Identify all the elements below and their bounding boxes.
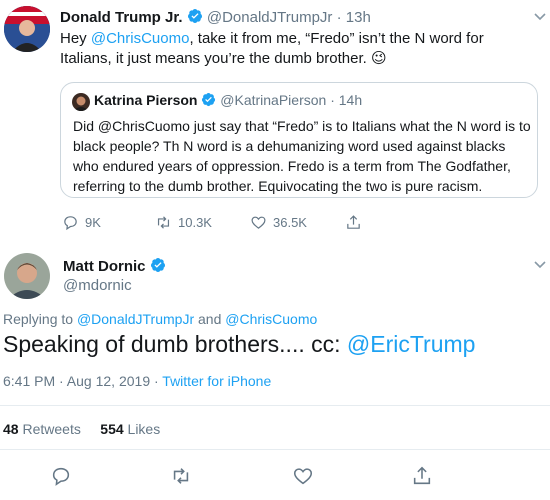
tweet-source[interactable]: Twitter for iPhone [162, 373, 271, 389]
verified-badge-icon [150, 258, 165, 272]
reply-count: 9K [85, 215, 101, 230]
chevron-down-icon[interactable] [533, 260, 547, 270]
avatar-donald-trump-jr[interactable] [4, 6, 50, 52]
retweet-action[interactable]: 10.3K [155, 214, 212, 231]
main-author-handle[interactable]: @mdornic [63, 277, 132, 294]
time-separator: · [330, 92, 335, 108]
quoted-author-handle: @KatrinaPierson [220, 92, 327, 108]
replying-label: Replying to [3, 311, 77, 327]
tweet-text-prefix: Hey [60, 30, 91, 47]
author-name[interactable]: Donald Trump Jr. [60, 9, 183, 26]
parent-tweet-header: Donald Trump Jr. @DonaldJTrumpJr · 13h [60, 8, 371, 26]
author-handle[interactable]: @DonaldJTrumpJr [207, 9, 333, 26]
replying-and: and [194, 311, 226, 327]
share-icon[interactable] [411, 465, 433, 487]
avatar-image [72, 93, 90, 111]
retweet-icon[interactable] [170, 465, 192, 487]
retweet-label: Retweets [22, 421, 81, 437]
main-tweet-text: Speaking of dumb brothers.... cc: @EricT… [3, 329, 475, 359]
like-label: Likes [127, 421, 161, 437]
retweet-icon [157, 216, 170, 229]
divider [0, 449, 550, 450]
retweet-count: 10.3K [178, 215, 212, 230]
avatar-katrina-pierson [72, 93, 90, 111]
like-icon[interactable] [292, 465, 314, 487]
avatar-matt-dornic[interactable] [4, 253, 50, 299]
replying-to-line: Replying to @DonaldJTrumpJr and @ChrisCu… [3, 311, 317, 327]
quoted-tweet-header: Katrina Pierson @KatrinaPierson · 14h [94, 92, 362, 108]
like-icon [251, 216, 266, 229]
wink-emoji: 😉 [371, 50, 387, 67]
mention-link[interactable]: @ChrisCuomo [91, 30, 190, 47]
avatar-image [4, 6, 50, 52]
parent-tweet-text: Hey @ChrisCuomo, take it from me, “Fredo… [60, 29, 538, 69]
retweets-stat[interactable]: 48 Retweets [3, 421, 81, 437]
verified-badge-icon [187, 9, 202, 23]
like-action[interactable]: 36.5K [250, 214, 307, 231]
main-text-body: Speaking of dumb brothers.... cc: [3, 331, 347, 357]
share-icon [347, 215, 360, 229]
main-author-name-row: Matt Dornic [63, 257, 166, 275]
tweet-meta: 6:41 PM · Aug 12, 2019 · Twitter for iPh… [3, 373, 271, 389]
quoted-tweet-text: Did @ChrisCuomo just say that “Fredo” is… [73, 118, 531, 194]
quoted-tweet-card[interactable]: Katrina Pierson @KatrinaPierson · 14h Di… [60, 82, 538, 198]
share-action[interactable] [345, 214, 362, 231]
quoted-author-name: Katrina Pierson [94, 92, 198, 108]
chevron-down-icon[interactable] [533, 12, 547, 22]
replying-mention-2[interactable]: @ChrisCuomo [225, 311, 317, 327]
retweet-total: 48 [3, 421, 19, 437]
likes-stat[interactable]: 554 Likes [100, 421, 160, 437]
like-count: 36.5K [273, 215, 307, 230]
reply-icon [64, 216, 77, 231]
time-separator: · [336, 9, 342, 26]
tweet-timestamp[interactable]: 6:41 PM · Aug 12, 2019 · [3, 373, 162, 389]
reply-action[interactable]: 9K [62, 214, 101, 231]
main-text-mention[interactable]: @EricTrump [347, 331, 476, 357]
replying-mention-1[interactable]: @DonaldJTrumpJr [77, 311, 194, 327]
like-total: 554 [100, 421, 124, 437]
divider [0, 405, 550, 406]
avatar-image [4, 253, 50, 299]
reply-icon[interactable] [50, 465, 72, 487]
engagement-stats: 48 Retweets 554 Likes [3, 421, 160, 437]
tweet-time[interactable]: 13h [346, 9, 371, 26]
verified-badge-icon [202, 92, 216, 107]
main-author-name[interactable]: Matt Dornic [63, 258, 146, 275]
quoted-tweet-time: 14h [338, 92, 363, 108]
